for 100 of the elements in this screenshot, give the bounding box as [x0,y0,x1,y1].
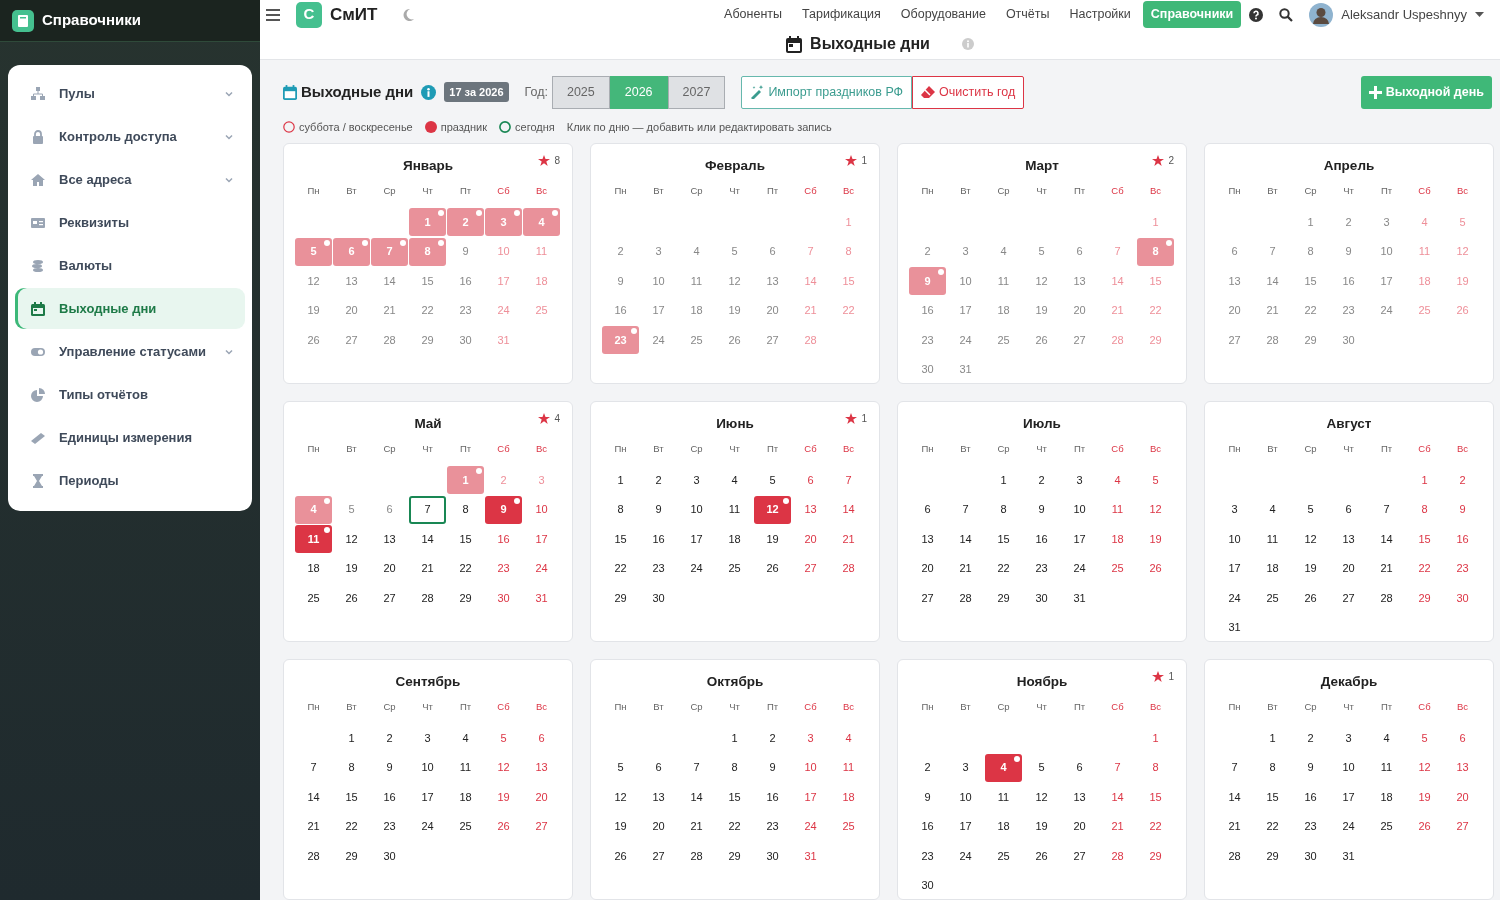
caret-icon[interactable] [1475,11,1484,18]
calendar-day[interactable]: 22 [333,812,370,841]
calendar-day[interactable]: 15 [602,525,639,554]
calendar-day[interactable]: 30 [485,583,522,612]
calendar-day[interactable]: 4 [716,466,753,495]
calendar-day[interactable]: 15 [985,525,1022,554]
calendar-day[interactable]: 20 [909,554,946,583]
calendar-day[interactable]: 8 [447,495,484,524]
calendar-day[interactable]: 29 [1137,325,1174,354]
calendar-day[interactable]: 27 [1061,325,1098,354]
calendar-day[interactable]: 18 [1406,267,1443,296]
calendar-day[interactable]: 11 [985,267,1022,296]
calendar-day[interactable]: 4 [678,237,715,266]
calendar-day[interactable]: 17 [640,296,677,325]
calendar-day[interactable]: 7 [1099,237,1136,266]
calendar-day[interactable]: 23 [909,841,946,870]
calendar-day[interactable]: 2 [1330,208,1367,237]
calendar-day[interactable]: 9 [602,267,639,296]
calendar-day[interactable]: 25 [985,325,1022,354]
calendar-day[interactable]: 6 [754,237,791,266]
calendar-day[interactable]: 23 [447,296,484,325]
calendar-day[interactable]: 13 [1330,525,1367,554]
calendar-day[interactable]: 30 [909,355,946,384]
calendar-day[interactable]: 14 [295,783,332,812]
calendar-day[interactable]: 2 [485,466,522,495]
calendar-day[interactable]: 13 [640,783,677,812]
calendar-day[interactable]: 30 [1292,841,1329,870]
calendar-day[interactable]: 20 [1330,554,1367,583]
calendar-day[interactable]: 24 [947,325,984,354]
calendar-day[interactable]: 24 [1061,554,1098,583]
calendar-day[interactable]: 19 [754,525,791,554]
calendar-day[interactable]: 23 [1444,554,1481,583]
calendar-day[interactable]: 7 [830,466,867,495]
calendar-day[interactable]: 14 [1254,267,1291,296]
calendar-day[interactable]: 27 [1444,812,1481,841]
calendar-day[interactable]: 2 [909,753,946,782]
calendar-day[interactable]: 27 [909,583,946,612]
sidebar-item[interactable]: Контроль доступа [15,116,245,157]
calendar-day[interactable]: 31 [947,355,984,384]
calendar-day[interactable]: 25 [295,583,332,612]
calendar-day[interactable]: 11 [985,783,1022,812]
year-tab[interactable]: 2026 [609,75,668,109]
calendar-day[interactable]: 30 [447,325,484,354]
calendar-day[interactable]: 18 [678,296,715,325]
chevron-icon[interactable] [225,89,233,98]
chevron-icon[interactable] [225,347,233,356]
calendar-day[interactable]: 22 [716,812,753,841]
sidebar-item[interactable]: Выходные дни [15,288,245,329]
calendar-day[interactable]: 9 [1444,495,1481,524]
calendar-day[interactable]: 19 [602,812,639,841]
calendar-day[interactable]: 9 [640,495,677,524]
calendar-day[interactable]: 10 [523,495,560,524]
calendar-day[interactable]: 26 [602,841,639,870]
calendar-day[interactable]: 29 [1254,841,1291,870]
calendar-day[interactable]: 7 [678,753,715,782]
calendar-day[interactable]: 31 [1330,841,1367,870]
calendar-day[interactable]: 12 [1444,237,1481,266]
calendar-day[interactable]: 19 [1292,554,1329,583]
calendar-day[interactable]: 25 [523,296,560,325]
calendar-day[interactable]: 5 [333,495,370,524]
calendar-day[interactable]: 29 [1137,841,1174,870]
calendar-day[interactable]: 17 [1330,783,1367,812]
calendar-day[interactable]: 22 [447,554,484,583]
avatar-icon[interactable] [1309,2,1334,27]
calendar-day[interactable]: 17 [485,267,522,296]
calendar-day[interactable]: 16 [602,296,639,325]
calendar-day[interactable]: 24 [1330,812,1367,841]
sidebar-item[interactable]: Все адреса [15,159,245,200]
calendar-day[interactable]: 24 [947,841,984,870]
calendar-day[interactable]: 7 [409,495,446,524]
calendar-day[interactable]: 28 [1368,583,1405,612]
calendar-day[interactable]: 12 [754,495,791,524]
calendar-day[interactable]: 30 [909,871,946,900]
calendar-day[interactable]: 18 [985,296,1022,325]
calendar-day[interactable]: 4 [1368,724,1405,753]
calendar-day[interactable]: 27 [1330,583,1367,612]
add-button[interactable]: Выходной день [1360,75,1492,109]
calendar-day[interactable]: 27 [371,583,408,612]
calendar-day[interactable]: 19 [1023,812,1060,841]
calendar-day[interactable]: 22 [409,296,446,325]
calendar-day[interactable]: 22 [1254,812,1291,841]
search-icon[interactable] [1279,7,1294,22]
calendar-day[interactable]: 25 [830,812,867,841]
calendar-day[interactable]: 9 [1330,237,1367,266]
calendar-day[interactable]: 22 [985,554,1022,583]
calendar-day[interactable]: 11 [447,753,484,782]
calendar-day[interactable]: 16 [485,525,522,554]
calendar-day[interactable]: 21 [792,296,829,325]
calendar-day[interactable]: 27 [640,841,677,870]
calendar-day[interactable]: 24 [640,325,677,354]
calendar-day[interactable]: 28 [830,554,867,583]
nav-link[interactable]: Абоненты [716,1,790,29]
sidebar-item[interactable]: Типы отчётов [15,374,245,415]
calendar-day[interactable]: 26 [1023,325,1060,354]
calendar-day[interactable]: 28 [409,583,446,612]
calendar-day[interactable]: 30 [1444,583,1481,612]
calendar-day[interactable]: 1 [985,466,1022,495]
calendar-day[interactable]: 25 [1254,583,1291,612]
chevron-icon[interactable] [225,132,233,141]
calendar-day[interactable]: 16 [371,783,408,812]
